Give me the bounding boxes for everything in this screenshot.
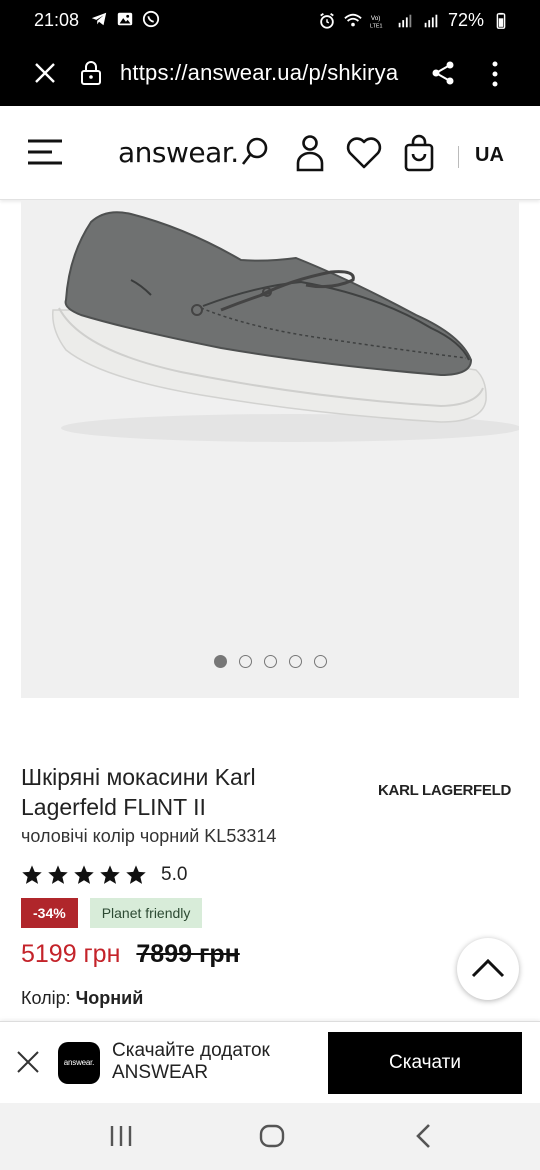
chevron-up-icon (471, 958, 505, 978)
gallery-dot[interactable] (313, 655, 327, 668)
star-icon (48, 865, 68, 884)
gallery-icon (117, 12, 133, 26)
viber-icon (142, 10, 160, 28)
planet-friendly-badge[interactable]: Planet friendly (89, 898, 203, 928)
telegram-icon (91, 12, 107, 26)
battery-percent: 72% (447, 10, 484, 30)
star-icon (22, 865, 42, 884)
brand-logo[interactable]: KARL LAGERFELD (378, 782, 511, 799)
language-switcher[interactable]: UA (475, 144, 504, 167)
menu-icon[interactable] (28, 138, 64, 166)
color-value: Чорний (75, 988, 144, 1008)
home-icon[interactable] (258, 1121, 286, 1151)
shopping-bag-icon[interactable] (404, 134, 434, 172)
status-bar: 21:08 Vo) LTE1 72% (0, 0, 540, 42)
close-icon[interactable] (16, 1050, 40, 1074)
svg-text:LTE1: LTE1 (370, 23, 382, 29)
heart-icon[interactable] (346, 136, 382, 170)
star-icon (126, 865, 146, 884)
share-icon[interactable] (430, 60, 456, 86)
back-icon[interactable] (412, 1121, 436, 1151)
gallery-dot[interactable] (263, 655, 277, 668)
close-icon[interactable] (32, 60, 58, 86)
site-header: answear. UA (0, 106, 540, 200)
rating-value: 5.0 (161, 864, 188, 885)
star-icon (74, 865, 94, 884)
app-banner-text: Скачайте додаток ANSWEAR (112, 1040, 270, 1084)
gallery-dot[interactable] (213, 655, 227, 668)
scroll-to-top-button[interactable] (457, 938, 519, 1000)
status-time: 21:08 (34, 10, 80, 30)
svg-text:Vo): Vo) (371, 15, 380, 22)
gallery-dot[interactable] (288, 655, 302, 668)
search-icon[interactable] (240, 136, 270, 168)
signal-icon (398, 14, 412, 27)
gallery-dot[interactable] (238, 655, 252, 668)
color-row: Колір: Чорний (21, 988, 143, 1009)
site-logo[interactable]: answear. (118, 136, 239, 169)
product-title: Шкіряні мокасини Karl Lagerfeld FLINT II (21, 764, 256, 820)
user-icon[interactable] (296, 134, 324, 172)
original-price: 7899 грн (136, 940, 240, 968)
download-app-button[interactable]: Скачати (328, 1032, 522, 1094)
wifi-icon (344, 13, 362, 26)
app-banner-line2: ANSWEAR (112, 1062, 209, 1083)
discount-badge: -34% (21, 898, 78, 928)
star-icon (100, 865, 120, 884)
signal-icon (424, 14, 438, 27)
browser-toolbar: https://answear.ua/p/shkirya (0, 42, 540, 106)
app-download-banner: answear. Скачайте додаток ANSWEAR Скачат… (0, 1021, 540, 1103)
header-divider (458, 146, 459, 168)
color-label: Колір: (21, 988, 71, 1008)
app-icon: answear. (58, 1042, 100, 1084)
url-text[interactable]: https://answear.ua/p/shkirya (120, 60, 398, 86)
app-banner-line1: Скачайте додаток (112, 1040, 270, 1061)
product-badges: -34% Planet friendly (21, 898, 203, 928)
alarm-icon (320, 12, 334, 29)
product-image[interactable] (21, 200, 519, 460)
lock-icon[interactable] (80, 60, 102, 86)
price-block: 5199 грн 7899 грн (21, 940, 240, 969)
product-gallery[interactable] (21, 200, 519, 698)
battery-icon (496, 12, 506, 29)
product-rating[interactable]: 5.0 (21, 864, 187, 886)
sale-price: 5199 грн (21, 940, 121, 968)
product-subtitle: чоловічі колір чорний KL53314 (21, 826, 277, 846)
recent-apps-icon[interactable] (108, 1121, 134, 1151)
volte-icon: Vo)LTE1 (370, 15, 382, 29)
gallery-pagination (21, 655, 519, 668)
system-nav-bar (0, 1103, 540, 1170)
more-options-icon[interactable] (485, 60, 505, 88)
